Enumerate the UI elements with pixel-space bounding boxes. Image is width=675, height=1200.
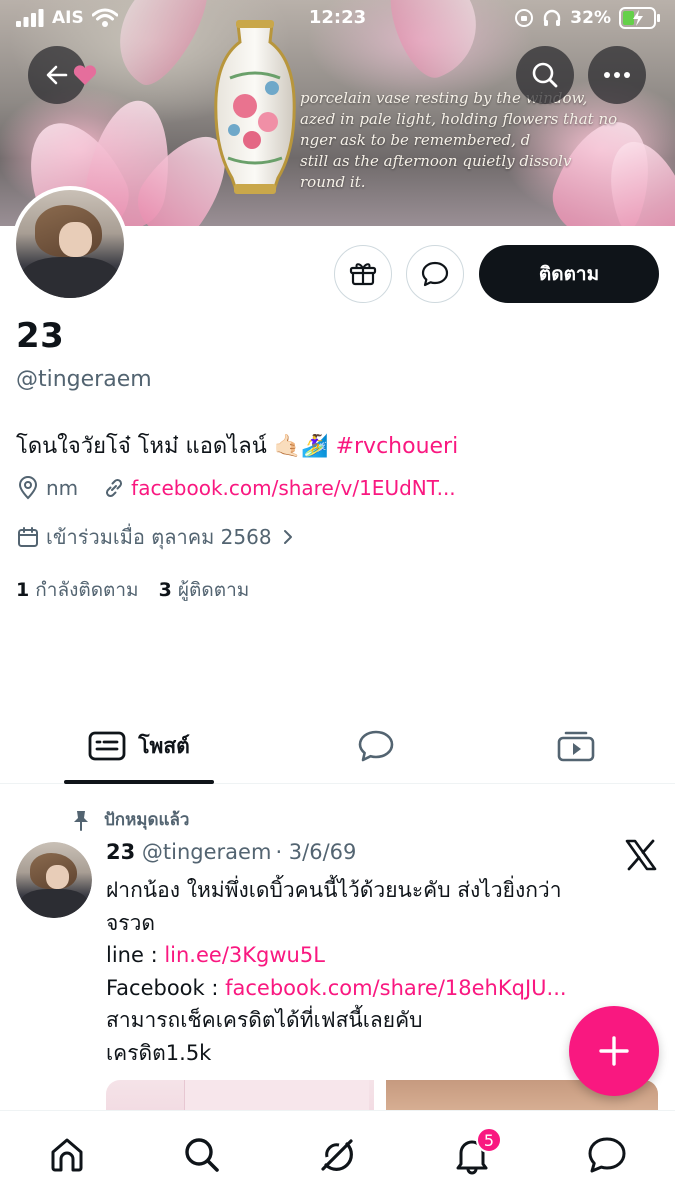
- post-line: line : lin.ee/3Kgwu5L: [106, 939, 646, 972]
- banner-caption: porcelain vase resting by the window, az…: [300, 88, 660, 193]
- post-line: สามารถเช็คเครดิตได้ที่เฟสนี้เลยคับ: [106, 1008, 423, 1032]
- location-icon: [18, 476, 38, 500]
- joined-date-row[interactable]: เข้าร่วมเมื่อ ตุลาคม 2568: [16, 521, 296, 553]
- gift-icon: [349, 263, 377, 286]
- followers-count: 3: [158, 579, 172, 601]
- replies-tab-icon: [358, 730, 394, 762]
- profile-meta: nm facebook.com/share/v/1EUdNT...: [16, 476, 456, 500]
- nav-messages[interactable]: [585, 1133, 629, 1177]
- nav-home[interactable]: [45, 1133, 89, 1177]
- message-button[interactable]: [406, 245, 464, 303]
- banner-caption-line: round it.: [300, 173, 366, 191]
- gift-button[interactable]: [334, 245, 392, 303]
- more-options-button[interactable]: [588, 46, 646, 104]
- nav-grok[interactable]: [315, 1133, 359, 1177]
- followers-stat[interactable]: 3 ผู้ติดตาม: [159, 579, 250, 601]
- media-tab-icon: [557, 731, 595, 762]
- x-logo-icon: [625, 839, 657, 871]
- post-line: จรวด: [106, 910, 156, 935]
- banner-caption-line: azed in pale light, holding flowers that…: [300, 110, 618, 128]
- messages-icon: [588, 1137, 626, 1173]
- plus-icon: [599, 1036, 629, 1066]
- location-text: nm: [46, 476, 79, 500]
- follow-button[interactable]: ติดตาม: [479, 245, 659, 303]
- search-icon: [532, 62, 558, 88]
- heart-icon: [73, 65, 97, 85]
- post-line: เครดิต1.5k: [106, 1040, 212, 1065]
- home-icon: [51, 1138, 83, 1172]
- bottom-navigation: 5: [0, 1110, 675, 1200]
- post-author-avatar[interactable]: [16, 842, 92, 918]
- bio-text: โดนใจวัยโจ๋ โหม๋ แอดไลน์ 🤙🏻🏄‍♀️: [16, 434, 336, 459]
- link-icon: [106, 478, 123, 498]
- calendar-icon: [18, 527, 38, 547]
- tab-replies[interactable]: [346, 708, 406, 784]
- search-button[interactable]: [516, 46, 574, 104]
- post-line: Facebook : facebook.com/share/18ehKqJU..…: [106, 972, 646, 1005]
- tab-media[interactable]: [546, 708, 606, 784]
- avatar-photo: [16, 842, 92, 918]
- follow-stats: 1 กำลังติดตาม 3 ผู้ติดตาม: [16, 575, 249, 605]
- post-line: ฝากน้อง ใหม่พึ่งเดบิ้วคนนี้ไว้ด้วยนะคับ …: [106, 878, 562, 902]
- post-author-handle[interactable]: @tingeraem: [142, 840, 272, 864]
- following-label: กำลังติดตาม: [35, 579, 139, 601]
- profile-handle: @tingeraem: [16, 367, 152, 392]
- banner-caption-line: still as the afternoon quietly dissolv: [300, 152, 572, 170]
- post-author-name[interactable]: 23: [106, 840, 135, 864]
- more-icon: [604, 72, 630, 78]
- back-arrow-icon: [46, 65, 68, 85]
- post-line-prefix: Facebook :: [106, 975, 226, 1000]
- following-stat[interactable]: 1 กำลังติดตาม: [16, 579, 139, 601]
- status-bar: AIS 12:23 32%: [0, 0, 675, 38]
- profile-tabs: โพสต์: [0, 708, 675, 784]
- website-link[interactable]: facebook.com/share/v/1EUdNT...: [131, 476, 455, 500]
- followers-label: ผู้ติดตาม: [177, 579, 250, 601]
- porcelain-vase: [214, 20, 296, 194]
- grok-icon: [321, 1139, 353, 1171]
- banner-caption-line: nger ask to be remembered, d: [300, 131, 531, 149]
- following-count: 1: [16, 579, 30, 601]
- active-tab-indicator: [64, 780, 214, 784]
- nav-notifications[interactable]: 5: [450, 1127, 502, 1177]
- notifications-badge: 5: [476, 1127, 502, 1153]
- battery-charging-icon: [619, 7, 660, 29]
- tab-posts-label: โพสต์: [138, 733, 190, 758]
- line-link[interactable]: lin.ee/3Kgwu5L: [164, 943, 325, 967]
- tab-posts[interactable]: โพสต์: [64, 708, 214, 784]
- pinned-label: ปักหมุดแล้ว: [104, 810, 190, 830]
- post-text: ฝากน้อง ใหม่พึ่งเดบิ้วคนนี้ไว้ด้วยนะคับ …: [106, 874, 646, 1069]
- message-icon: [421, 261, 449, 287]
- post-line-prefix: line :: [106, 943, 165, 967]
- post-date[interactable]: · 3/6/69: [275, 840, 356, 864]
- orientation-lock-icon: [515, 9, 534, 27]
- pin-icon: [74, 810, 88, 831]
- joined-date: เข้าร่วมเมื่อ ตุลาคม 2568: [46, 525, 272, 549]
- facebook-link[interactable]: facebook.com/share/18ehKqJU...: [225, 976, 566, 1000]
- post-header: 23 @tingeraem · 3/6/69: [106, 840, 356, 864]
- profile-bio: โดนใจวัยโจ๋ โหม๋ แอดไลน์ 🤙🏻🏄‍♀️ #rvchoue…: [16, 428, 458, 463]
- compose-post-button[interactable]: [569, 1006, 659, 1096]
- posts-tab-icon: [88, 731, 126, 761]
- search-nav-icon: [185, 1138, 219, 1172]
- bio-hashtag-link[interactable]: #rvchoueri: [336, 434, 459, 459]
- pinned-indicator: ปักหมุดแล้ว: [70, 806, 189, 833]
- nav-search[interactable]: [180, 1133, 224, 1177]
- display-name: 23: [16, 316, 65, 356]
- battery-percent: 32%: [570, 8, 611, 28]
- profile-avatar[interactable]: [12, 186, 128, 302]
- avatar-photo: [16, 190, 124, 298]
- status-right: 32%: [514, 7, 661, 29]
- chevron-right-icon: [283, 530, 292, 544]
- headphones-icon: [544, 9, 561, 26]
